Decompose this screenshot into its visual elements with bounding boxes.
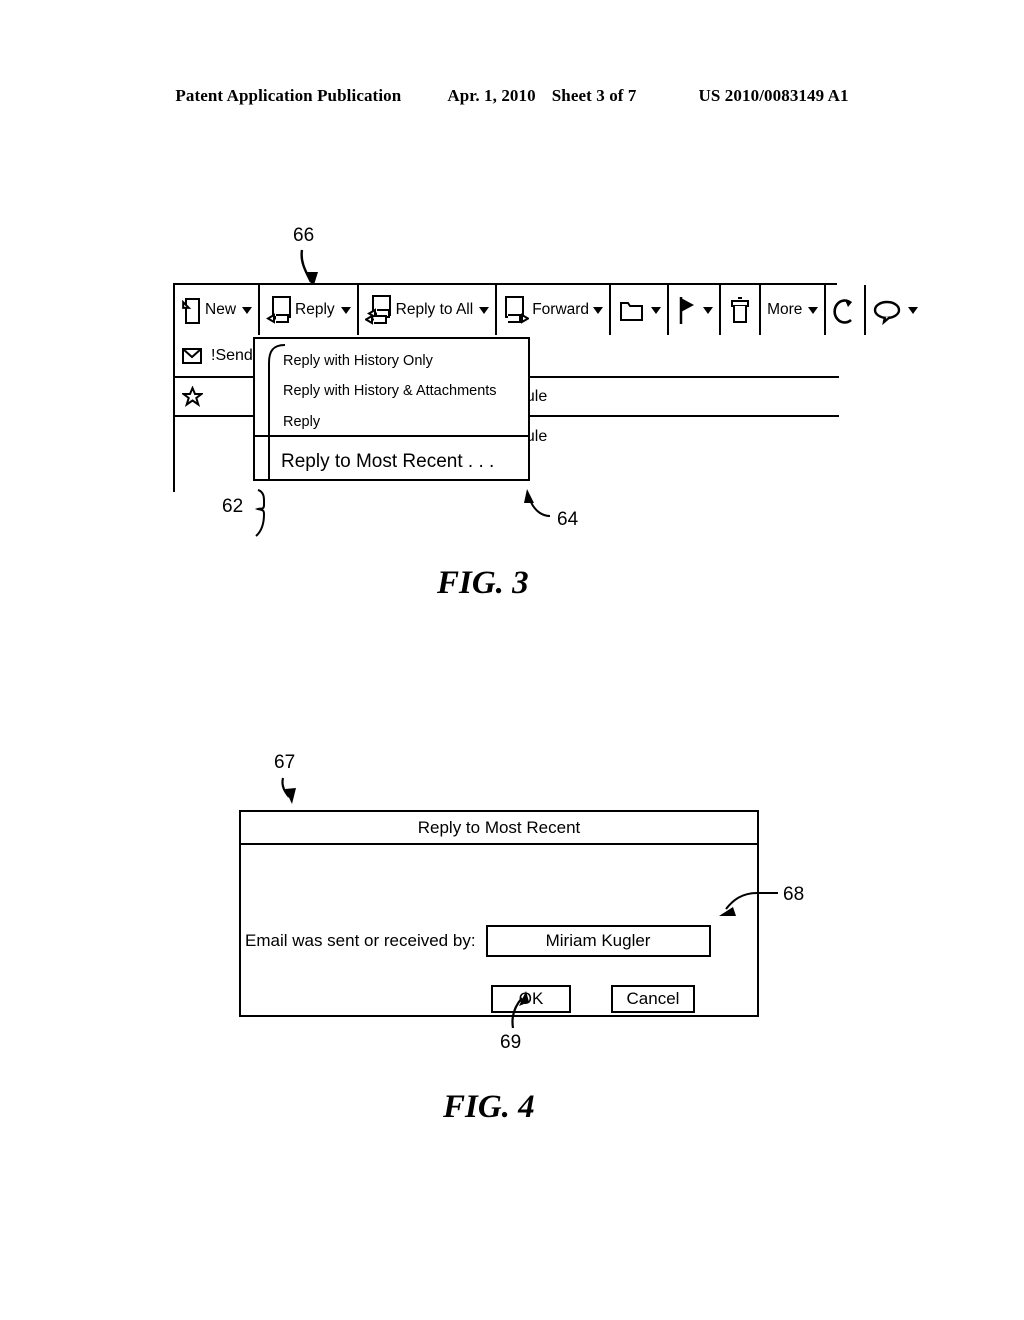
reply-dropdown-menu: Reply with History Only Reply with Histo… [253, 337, 530, 481]
menu-item-reply-history-attachments[interactable]: Reply with History & Attachments [283, 384, 497, 399]
menu-separator [255, 435, 528, 437]
menu-item-reply[interactable]: Reply [283, 415, 320, 430]
menu-item-reply-history-only[interactable]: Reply with History Only [283, 354, 433, 369]
menu-item-reply-to-most-recent[interactable]: Reply to Most Recent . . . [281, 452, 494, 471]
figure-4-caption: FIG. 4 [443, 1089, 535, 1125]
figure-4: 67 Reply to Most Recent Email was sent o… [0, 0, 1024, 1320]
